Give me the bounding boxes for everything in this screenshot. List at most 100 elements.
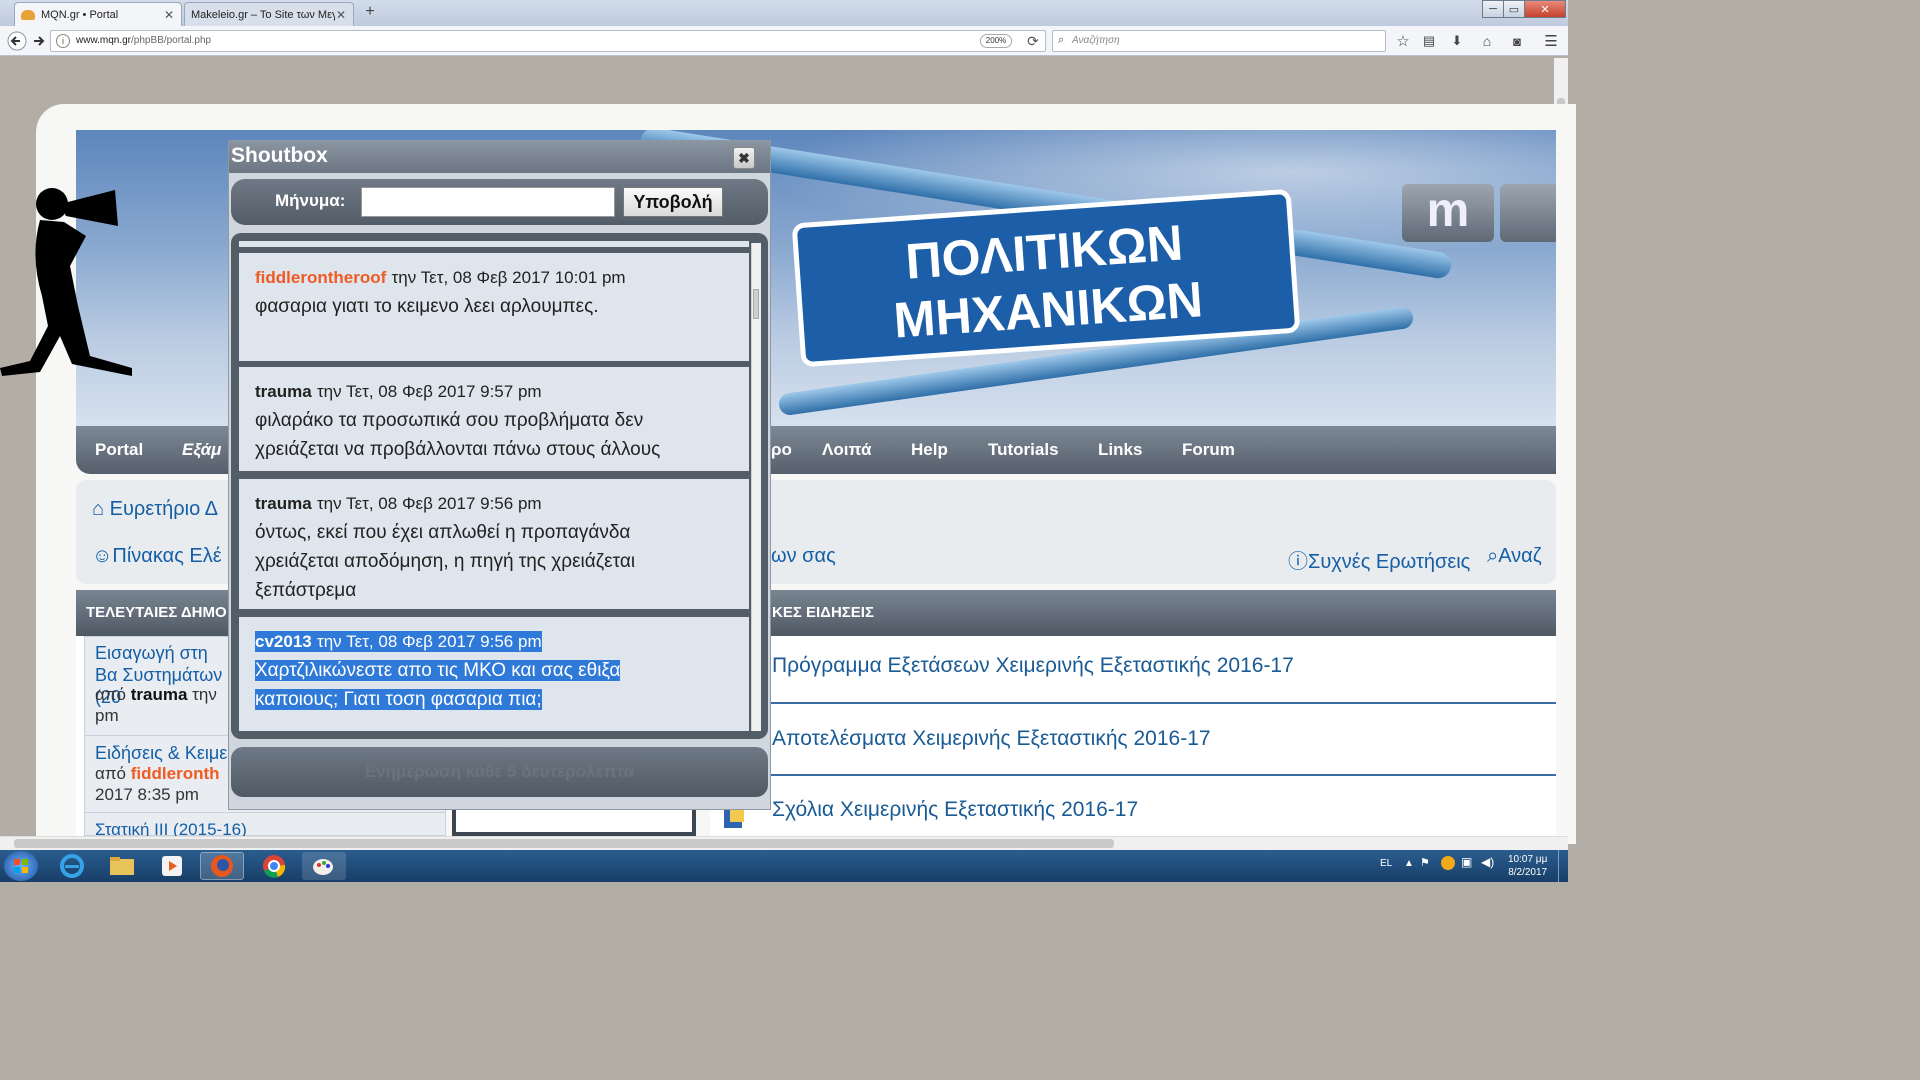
ie-icon[interactable]: [50, 852, 94, 880]
post-by: από: [95, 764, 127, 783]
start-button[interactable]: [4, 851, 38, 881]
back-icon[interactable]: [6, 30, 28, 52]
forward-icon[interactable]: [28, 30, 50, 52]
post-author[interactable]: trauma: [131, 685, 188, 704]
bookmarks-list-icon[interactable]: ▤: [1418, 30, 1440, 52]
refresh-note: Ενημέρωση κάθε 5 δευτερόλεπτα: [231, 747, 768, 797]
shout-date: την Τετ, 08 Φεβ 2017 10:01 pm: [391, 268, 626, 287]
post-time: 2017 8:35 pm: [95, 785, 199, 804]
menu-item-other[interactable]: Λοιπά: [822, 426, 871, 474]
news-divider: [720, 774, 1556, 776]
show-desktop-button[interactable]: [1558, 850, 1568, 882]
paint-icon[interactable]: [302, 852, 346, 880]
site-logo[interactable]: m: [1402, 184, 1494, 242]
home-icon[interactable]: ⌂: [1476, 30, 1498, 52]
clock[interactable]: 10:07 μμ 8/2/2017: [1508, 853, 1547, 879]
minimize-button[interactable]: ─: [1482, 0, 1504, 18]
firefox-icon[interactable]: [200, 852, 244, 880]
shout-text: φασαρια γιατι το κειμενο λεει αρλουμπες.: [255, 296, 599, 317]
tab-makeleio[interactable]: Makeleio.gr – To Site των Μεγ... ✕: [184, 2, 354, 26]
news-header: ΚΕΣ ΕΙΔΗΣΕΙΣ: [710, 590, 1556, 636]
menu-item-forum[interactable]: Forum: [1182, 426, 1235, 474]
board-link[interactable]: ☺Πίνακας Ελέ: [92, 545, 222, 568]
menu-item-portal[interactable]: Portal: [95, 426, 143, 474]
update-icon[interactable]: [1441, 856, 1455, 870]
close-icon[interactable]: ✖: [733, 147, 755, 169]
shout-text: χρειάζεται να προβάλλονται πάνω στους άλ…: [255, 439, 661, 460]
post-by: από: [95, 685, 127, 704]
horizontal-scrollbar-thumb[interactable]: [14, 839, 1114, 848]
media-player-icon[interactable]: [150, 852, 194, 880]
new-tab-button[interactable]: +: [358, 3, 382, 25]
action-center-icon[interactable]: ⚑: [1420, 856, 1434, 870]
shout-user[interactable]: trauma: [255, 494, 312, 513]
url-text[interactable]: www.mqn.gr/phpBB/portal.php: [76, 35, 211, 46]
menu-item-links[interactable]: Links: [1098, 426, 1142, 474]
board-link-tail[interactable]: ων σας: [771, 545, 836, 568]
shout-user[interactable]: fiddlerontheroof: [255, 268, 386, 287]
menu-item-tutorials[interactable]: Tutorials: [988, 426, 1059, 474]
menu-item-semester[interactable]: Εξάμ: [182, 426, 221, 474]
shoutbox-messages[interactable]: fiddlerontheroof την Τετ, 08 Φεβ 2017 10…: [231, 233, 768, 739]
pocket-icon[interactable]: ◙: [1506, 30, 1528, 52]
shout-message: trauma την Τετ, 08 Φεβ 2017 9:56 pm όντω…: [239, 479, 749, 609]
horizontal-scrollbar[interactable]: [0, 836, 1568, 850]
site-logo-part: [1500, 184, 1556, 242]
close-tab-icon[interactable]: ✕: [335, 8, 347, 22]
news-link[interactable]: Πρόγραμμα Εξετάσεων Χειμερινής Εξεταστικ…: [772, 654, 1294, 678]
news-link[interactable]: Αποτελέσματα Χειμερινής Εξεταστικής 2016…: [772, 727, 1211, 751]
message-label: Μήνυμα:: [275, 191, 346, 210]
chrome-icon[interactable]: [252, 852, 296, 880]
shoutbox-form: Μήνυμα: Υποβολή: [231, 179, 768, 225]
submit-button[interactable]: Υποβολή: [623, 187, 723, 217]
download-icon[interactable]: ⬇: [1446, 30, 1468, 52]
url-host: www.mqn.gr: [76, 35, 132, 46]
menu-item-partial[interactable]: ρο: [771, 426, 792, 474]
tab-mqn-portal[interactable]: MQN.gr • Portal ✕: [14, 2, 182, 26]
news-link[interactable]: Σχόλια Χειμερινής Εξεταστικής 2016-17: [772, 798, 1138, 822]
post-author[interactable]: fiddleronth: [131, 764, 220, 783]
post-meta: από trauma την: [95, 685, 217, 705]
search-link[interactable]: ⌕Αναζ: [1487, 545, 1542, 568]
faq-link-label: Συχνές Ερωτήσεις: [1308, 551, 1471, 573]
reload-icon[interactable]: ⟳: [1020, 30, 1046, 52]
faq-link[interactable]: ⓘΣυχνές Ερωτήσεις: [1288, 545, 1470, 574]
post-title-link[interactable]: Ειδήσεις & Κειμε: [95, 743, 227, 764]
list-divider: [84, 812, 446, 813]
menu-item-help[interactable]: Help: [911, 426, 948, 474]
bookmark-star-icon[interactable]: ☆: [1392, 30, 1414, 52]
shout-user[interactable]: cv2013: [255, 632, 312, 651]
shoutbox-scroll-area[interactable]: fiddlerontheroof την Τετ, 08 Φεβ 2017 10…: [239, 241, 749, 731]
message-input[interactable]: [361, 187, 615, 217]
shout-text: ξεπάστρεμα: [255, 580, 357, 601]
post-time: pm: [95, 706, 119, 725]
zoom-indicator[interactable]: 200%: [980, 34, 1012, 48]
magnifier-icon: ⌕: [1487, 545, 1499, 567]
volume-icon[interactable]: ◀): [1481, 855, 1494, 869]
maximize-button[interactable]: ▭: [1503, 0, 1525, 18]
folder-icon[interactable]: [100, 852, 144, 880]
list-item: [239, 241, 749, 247]
network-icon[interactable]: ▣: [1461, 855, 1472, 869]
shout-text: χρειάζεται αποδόμηση, η πηγή της χρειάζε…: [255, 551, 636, 572]
shoutbox-scrollbar-thumb[interactable]: [753, 289, 759, 319]
tray-expand-icon[interactable]: ▲: [1404, 858, 1414, 869]
news-divider: [720, 702, 1556, 704]
close-tab-icon[interactable]: ✕: [163, 8, 175, 22]
shout-user[interactable]: trauma: [255, 382, 312, 401]
tab-label: MQN.gr • Portal: [41, 8, 119, 21]
shout-text: όντως, εκεί που έχει απλωθεί η προπαγάνδ…: [255, 522, 631, 543]
user-icon: ☺: [92, 545, 113, 567]
language-indicator[interactable]: EL: [1380, 858, 1392, 869]
shout-message: fiddlerontheroof την Τετ, 08 Φεβ 2017 10…: [239, 253, 749, 361]
shout-text: Χαρτζιλικώνεστε απο τις ΜΚΟ και σας εθιξ…: [255, 660, 621, 681]
url-path: /phpBB/portal.php: [131, 35, 212, 46]
post-tail: την: [192, 685, 217, 704]
index-link[interactable]: ⌂ Ευρετήριο Δ: [92, 498, 218, 521]
menu-icon[interactable]: ☰: [1540, 30, 1562, 52]
info-icon[interactable]: i: [56, 34, 70, 48]
shoutbox-title[interactable]: Shoutbox: [229, 141, 770, 173]
shout-text: φιλαράκο τα προσωπικά σου προβλήματα δεν: [255, 410, 644, 431]
close-window-button[interactable]: ✕: [1524, 0, 1566, 18]
search-link-label: Αναζ: [1498, 545, 1542, 567]
